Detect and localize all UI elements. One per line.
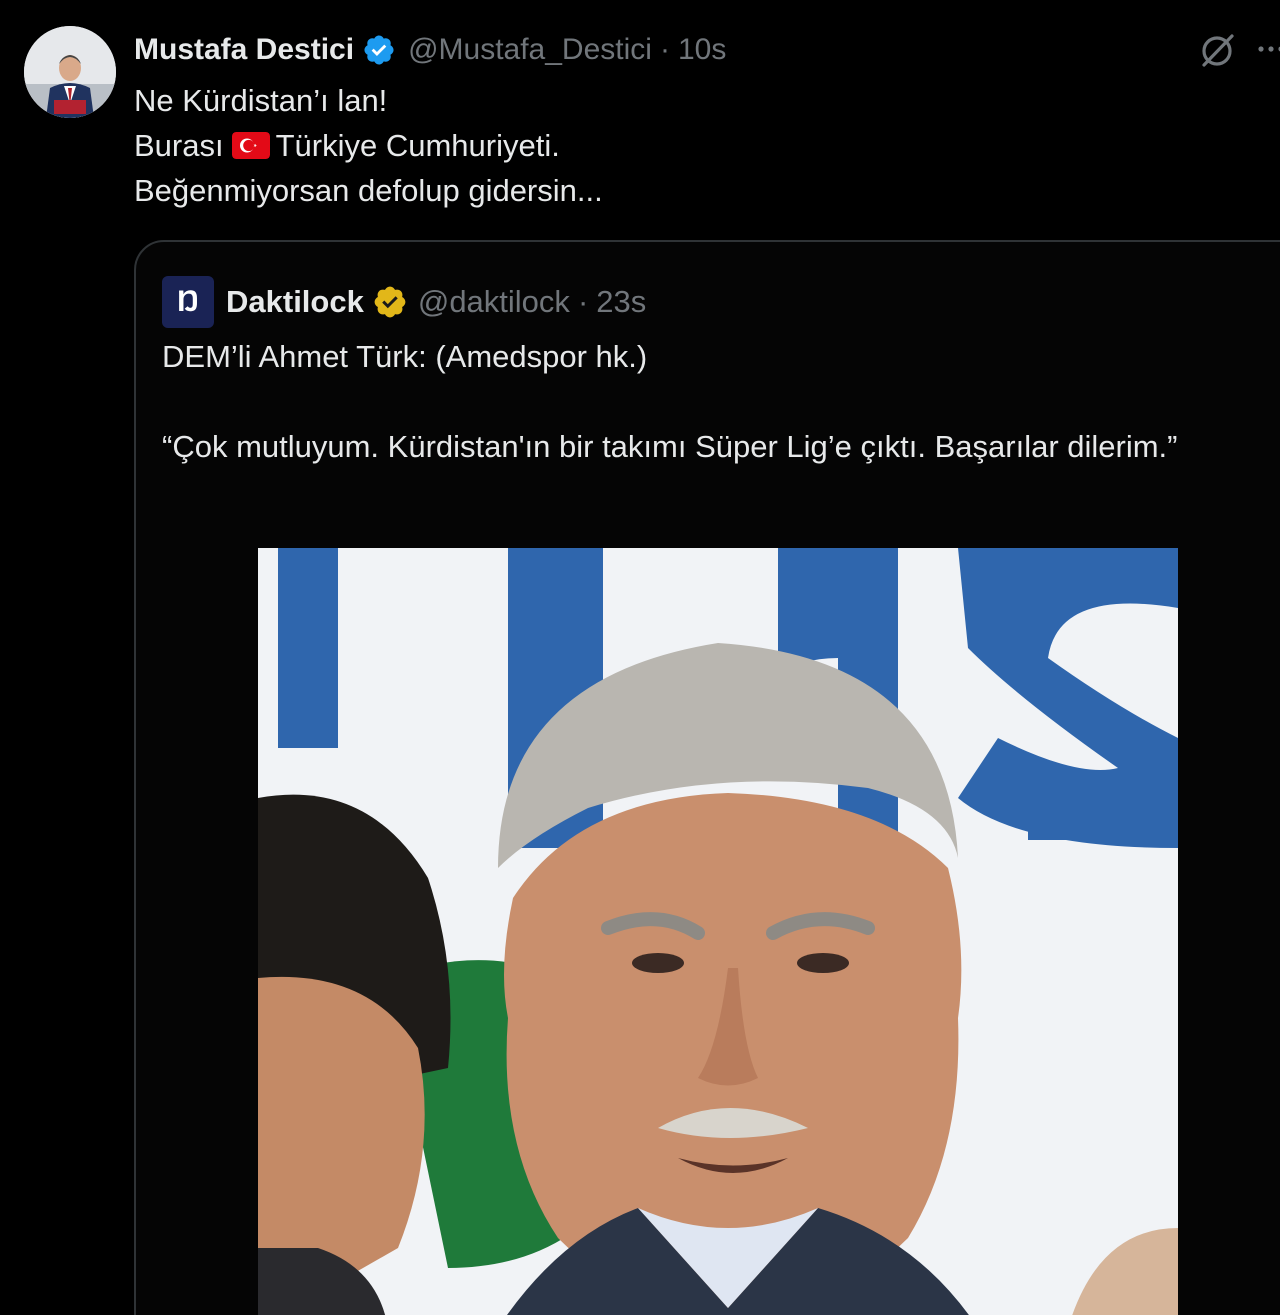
quoted-post-image[interactable] [258, 548, 1178, 1315]
tweet[interactable]: Mustafa Destici @Mustafa_Destici · 10s N… [0, 0, 1280, 1315]
author-avatar[interactable] [24, 26, 116, 118]
separator-dot: · [659, 33, 670, 66]
quoted-separator-dot: · [577, 284, 589, 319]
verified-badge-icon[interactable] [362, 33, 396, 67]
post-text: Ne Kürdistan’ı lan! Burası Türkiye Cumhur… [134, 78, 603, 213]
quoted-line: DEM’li Ahmet Türk: (Amedspor hk.) [162, 339, 648, 374]
grok-icon[interactable] [1196, 30, 1238, 72]
turkey-flag-icon [231, 132, 270, 159]
quoted-author-handle[interactable]: @daktilock [418, 284, 570, 320]
author-handle[interactable]: @Mustafa_Destici [408, 33, 652, 67]
quoted-avatar-glyph: Ŋ [177, 285, 199, 318]
post-header: Mustafa Destici @Mustafa_Destici · 10s [134, 28, 726, 72]
post-line: Beğenmiyorsan defolup gidersin... [134, 173, 603, 208]
quoted-timestamp[interactable]: 23s [596, 284, 646, 320]
quoted-line: “Çok mutluyum. Kürdistan'ın bir takımı S… [162, 429, 1178, 464]
gold-verified-badge-icon[interactable] [372, 284, 408, 320]
quoted-post[interactable]: Ŋ Daktilock @daktilock · 23s DEM’li Ahme… [134, 240, 1280, 1315]
post-line: Ne Kürdistan’ı lan! [134, 83, 388, 118]
quoted-author-name[interactable]: Daktilock [226, 284, 364, 320]
post-timestamp[interactable]: 10s [678, 33, 726, 67]
quoted-author-avatar[interactable]: Ŋ [162, 276, 214, 328]
more-icon[interactable] [1256, 34, 1280, 64]
post-line: Türkiye Cumhuriyeti. [275, 128, 560, 163]
quoted-post-text: DEM’li Ahmet Türk: (Amedspor hk.) “Çok m… [162, 334, 1192, 469]
post-line: Burası [134, 128, 224, 163]
author-name[interactable]: Mustafa Destici [134, 33, 354, 67]
post-line-with-flag: Burası Türkiye Cumhuriyeti. [134, 123, 603, 168]
quoted-post-header: Ŋ Daktilock @daktilock · 23s [162, 276, 646, 328]
